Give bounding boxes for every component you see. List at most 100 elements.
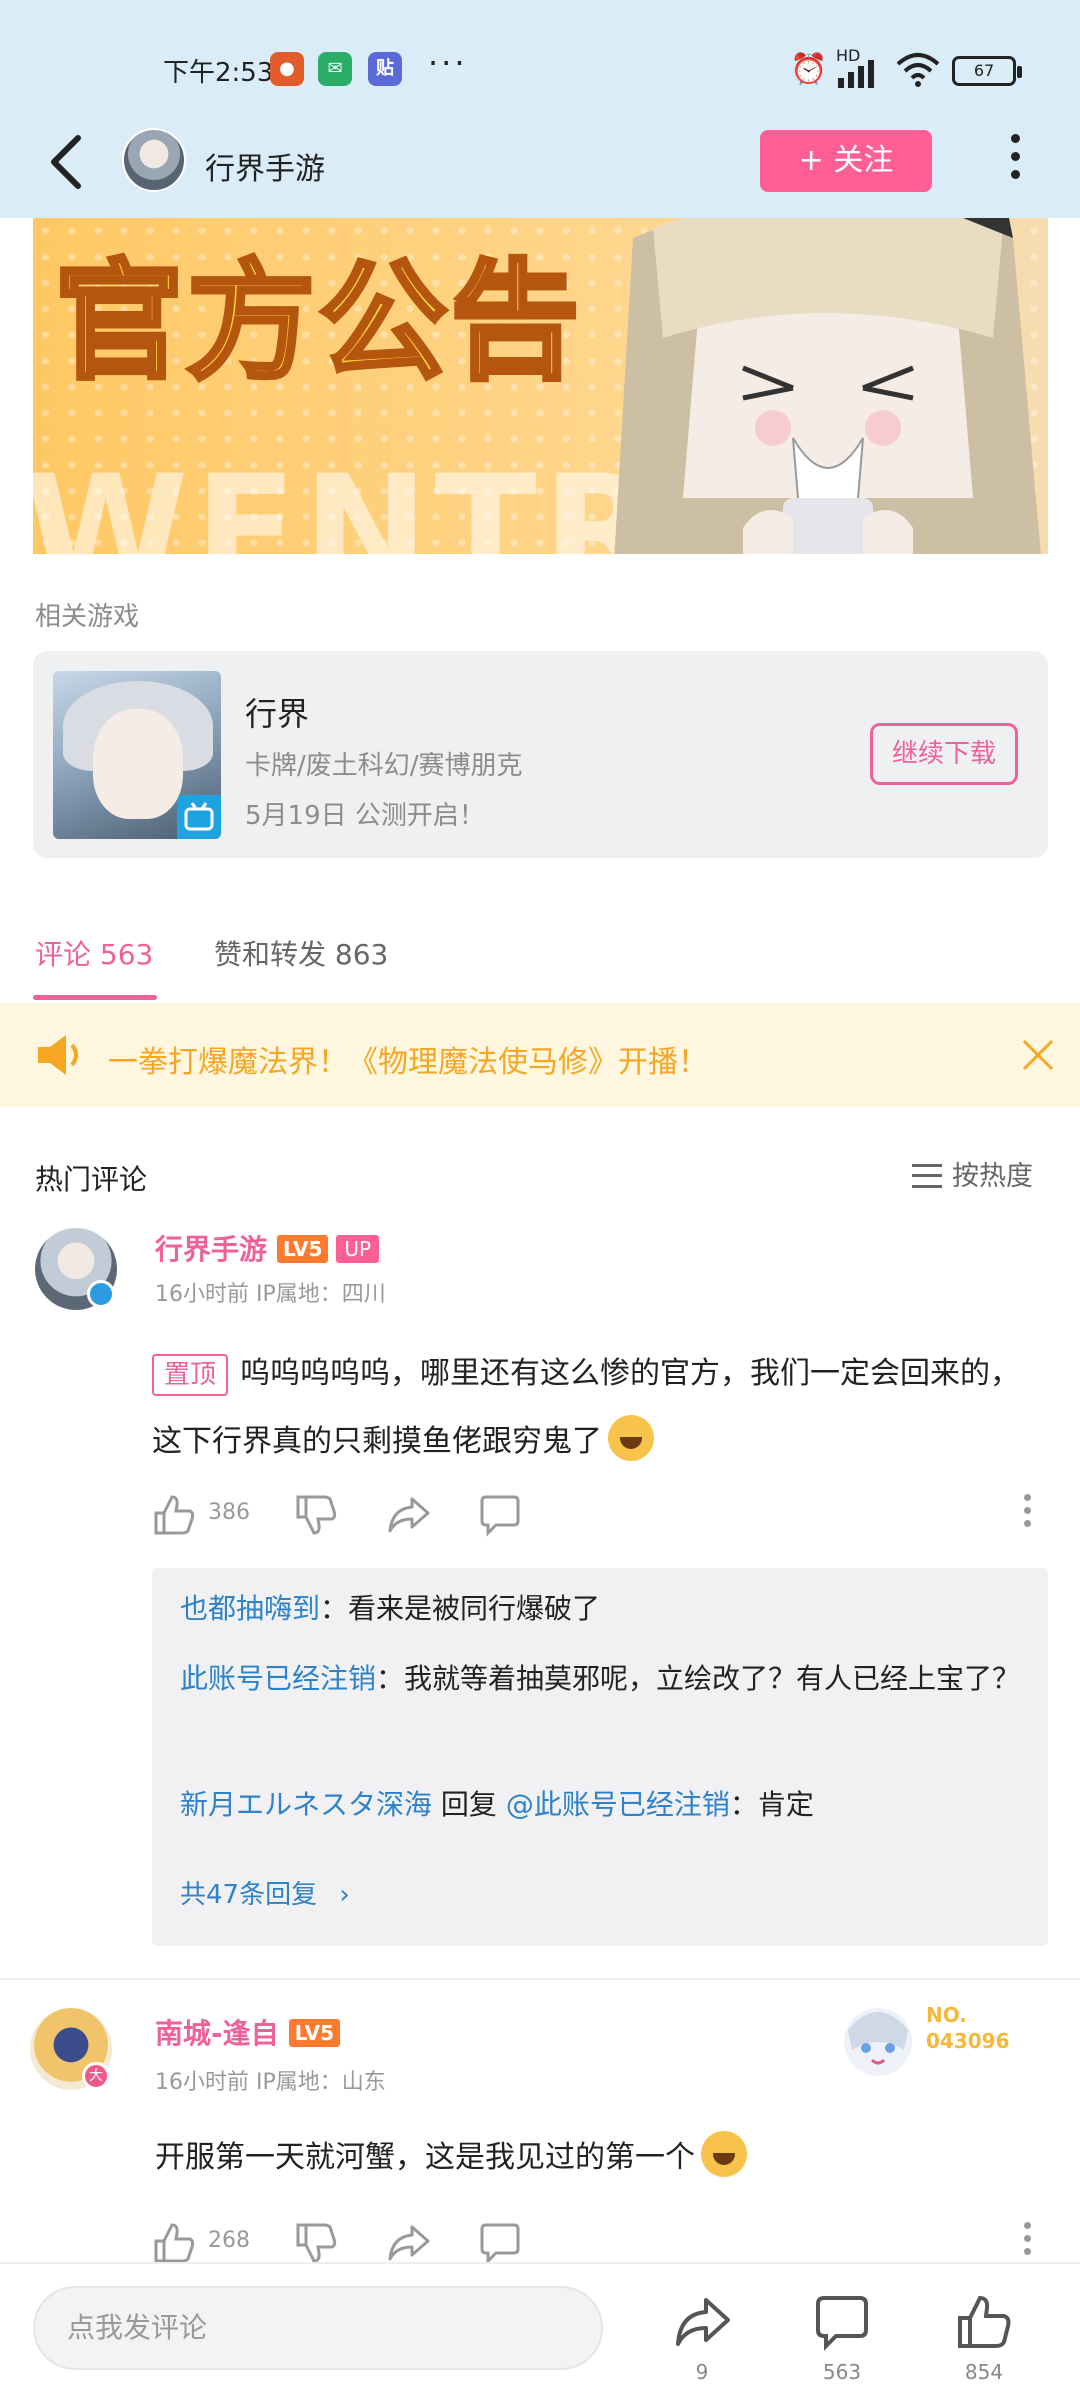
share-count: 9	[695, 2360, 709, 2384]
dislike-icon[interactable]	[294, 2218, 338, 2268]
comment-meta: 16小时前 IP属地：四川	[155, 1282, 386, 1307]
author-avatar[interactable]	[122, 128, 186, 192]
game-icon[interactable]	[53, 671, 221, 839]
crying-emoji-icon	[608, 1415, 654, 1461]
fan-badge-character-icon	[844, 2008, 912, 2076]
comment-body[interactable]: 开服第一天就河蟹，这是我见过的第一个	[155, 2140, 695, 2175]
game-name[interactable]: 行界	[245, 689, 309, 735]
related-games-label: 相关游戏	[35, 602, 140, 632]
more-notifications-icon: ···	[428, 44, 468, 82]
replies-box[interactable]: 也都抽嗨到：看来是被同行爆破了 此账号已经注销：我就等着抽莫邪呢，立绘改了？有人…	[152, 1568, 1048, 1946]
like-icon[interactable]	[152, 2218, 196, 2268]
laughing-emoji-icon	[701, 2131, 747, 2177]
comment-actions: 268	[152, 2218, 1048, 2268]
author-name[interactable]: 行界手游	[205, 144, 325, 188]
more-options-icon[interactable]	[1005, 134, 1025, 190]
reply-icon[interactable]	[478, 2218, 522, 2268]
signal-icon	[838, 60, 874, 88]
bilibili-badge-icon	[177, 795, 221, 839]
comment-more-icon[interactable]	[1022, 2222, 1032, 2262]
reply-text: ：肯定	[729, 1788, 814, 1821]
comment-divider	[0, 1978, 1080, 1980]
nav-bar: 行界手游 + 关注	[0, 118, 1080, 206]
status-time: 下午2:53	[163, 58, 274, 88]
like-count: 268	[208, 2228, 250, 2253]
reply-word: 回复	[432, 1788, 506, 1821]
comment-text[interactable]: 开服第一天就河蟹，这是我见过的第一个	[155, 2124, 1025, 2192]
notice-text[interactable]: 一拳打爆魔法界！《物理魔法使马修》开播！	[108, 1037, 708, 1081]
pinned-badge: 置顶	[152, 1354, 229, 1396]
hot-comments-title: 热门评论	[35, 1163, 148, 1196]
continue-download-button[interactable]: 继续下载	[870, 723, 1018, 785]
reply-item[interactable]: 新月エルネスタ深海 回复 @此账号已经注销：肯定	[180, 1776, 1030, 1834]
reply-item[interactable]: 也都抽嗨到：看来是被同行爆破了	[180, 1580, 1030, 1638]
view-more-replies-link[interactable]: 共47条回复 ›	[180, 1874, 350, 1911]
fan-badge[interactable]: NO. 043096	[830, 1990, 1030, 2086]
comment-meta: 16小时前 IP属地：山东	[155, 2070, 386, 2095]
megaphone-icon	[38, 1035, 78, 1075]
chevron-right-icon: ›	[339, 1880, 350, 1910]
wechat-icon: ✉	[318, 52, 352, 86]
reply-author[interactable]: 新月エルネスタ深海	[180, 1788, 432, 1821]
tab-likes-reposts[interactable]: 赞和转发 863	[214, 933, 388, 973]
comment-more-icon[interactable]	[1022, 1494, 1032, 1534]
reply-author[interactable]: 此账号已经注销	[180, 1662, 376, 1695]
tab-comments[interactable]: 评论 563	[35, 933, 153, 973]
comment-input[interactable]: 点我发评论	[33, 2286, 603, 2370]
comment-author[interactable]: 行界手游 LV5 UP	[155, 1228, 380, 1268]
notice-banner[interactable]: 一拳打爆魔法界！《物理魔法使马修》开播！	[0, 1003, 1080, 1107]
comment-body[interactable]: 呜呜呜呜呜，哪里还有这么惨的官方，我们一定会回来的，这下行界真的只剩摸鱼佬跟穷鬼…	[152, 1356, 1020, 1459]
comment-author[interactable]: 南城-逢自 LV5	[155, 2012, 341, 2052]
like-icon[interactable]	[152, 1490, 196, 1540]
sort-button[interactable]: 按热度	[912, 1154, 1033, 1193]
tab-active-indicator	[33, 995, 157, 1000]
game-description: 5月19日 公测开启！	[245, 801, 485, 831]
level-badge: LV5	[277, 1235, 329, 1263]
like-count: 386	[208, 1500, 250, 1525]
banner-character-illustration	[614, 218, 1041, 554]
comment-author-name[interactable]: 行界手游	[155, 1233, 267, 1266]
back-arrow-icon[interactable]	[42, 132, 92, 192]
like-count: 854	[964, 2360, 1004, 2384]
bottom-bar: 点我发评论 9 563 854	[0, 2262, 1080, 2400]
dislike-icon[interactable]	[294, 1490, 338, 1540]
fan-badge-number: NO. 043096	[926, 2002, 1010, 2054]
member-badge-icon: 大	[82, 2062, 110, 2090]
alarm-icon: ⏰	[790, 52, 828, 87]
notification-app-icon: ●	[270, 52, 304, 86]
like-icon[interactable]	[954, 2292, 1014, 2352]
comment-author-name[interactable]: 南城-逢自	[155, 2017, 279, 2050]
status-bar: 下午2:53 ● ✉ 贴 ··· ⏰ HD 67	[0, 40, 1080, 102]
reply-author[interactable]: 也都抽嗨到	[180, 1592, 320, 1625]
share-icon[interactable]	[386, 1490, 430, 1540]
share-icon[interactable]	[386, 2218, 430, 2268]
up-badge: UP	[336, 1235, 380, 1263]
related-game-card[interactable]: 行界 卡牌/废土科幻/赛博朋克 5月19日 公测开启！ 继续下载	[33, 651, 1048, 858]
reply-text: ：我就等着抽莫邪呢，立绘改了？有人已经上宝了？	[376, 1662, 1021, 1695]
sort-label: 按热度	[952, 1161, 1033, 1192]
comment-count: 563	[822, 2360, 862, 2384]
fan-badge-label: NO.	[926, 2003, 967, 2027]
comment-text[interactable]: 置顶 呜呜呜呜呜，哪里还有这么惨的官方，我们一定会回来的，这下行界真的只剩摸鱼佬跟…	[152, 1340, 1022, 1476]
level-badge: LV5	[288, 2019, 341, 2047]
verified-badge-icon	[87, 1280, 115, 1308]
game-tags: 卡牌/废土科幻/赛博朋克	[245, 751, 523, 781]
list-icon	[912, 1164, 942, 1188]
comment-icon[interactable]	[812, 2292, 872, 2352]
reply-mention[interactable]: @此账号已经注销	[506, 1788, 730, 1821]
reply-icon[interactable]	[478, 1490, 522, 1540]
battery-icon: 67	[952, 56, 1022, 86]
top-bar: 下午2:53 ● ✉ 贴 ··· ⏰ HD 67 行界手游 + 关注	[0, 0, 1080, 218]
fan-badge-digits: 043096	[926, 2029, 1010, 2053]
banner-title: 官方公告	[52, 246, 584, 400]
reply-item[interactable]: 此账号已经注销：我就等着抽莫邪呢，立绘改了？有人已经上宝了？	[180, 1650, 1030, 1708]
follow-button[interactable]: + 关注	[760, 130, 932, 192]
close-icon[interactable]	[1020, 1037, 1056, 1073]
comment-actions: 386	[152, 1490, 1048, 1540]
more-replies-label[interactable]: 共47条回复	[180, 1880, 317, 1910]
reply-text: ：看来是被同行爆破了	[320, 1592, 601, 1625]
tieba-icon: 贴	[368, 52, 402, 86]
wifi-icon	[896, 53, 940, 87]
share-icon[interactable]	[672, 2292, 732, 2352]
announcement-banner[interactable]: 官方公告 WENTRI	[33, 218, 1048, 554]
